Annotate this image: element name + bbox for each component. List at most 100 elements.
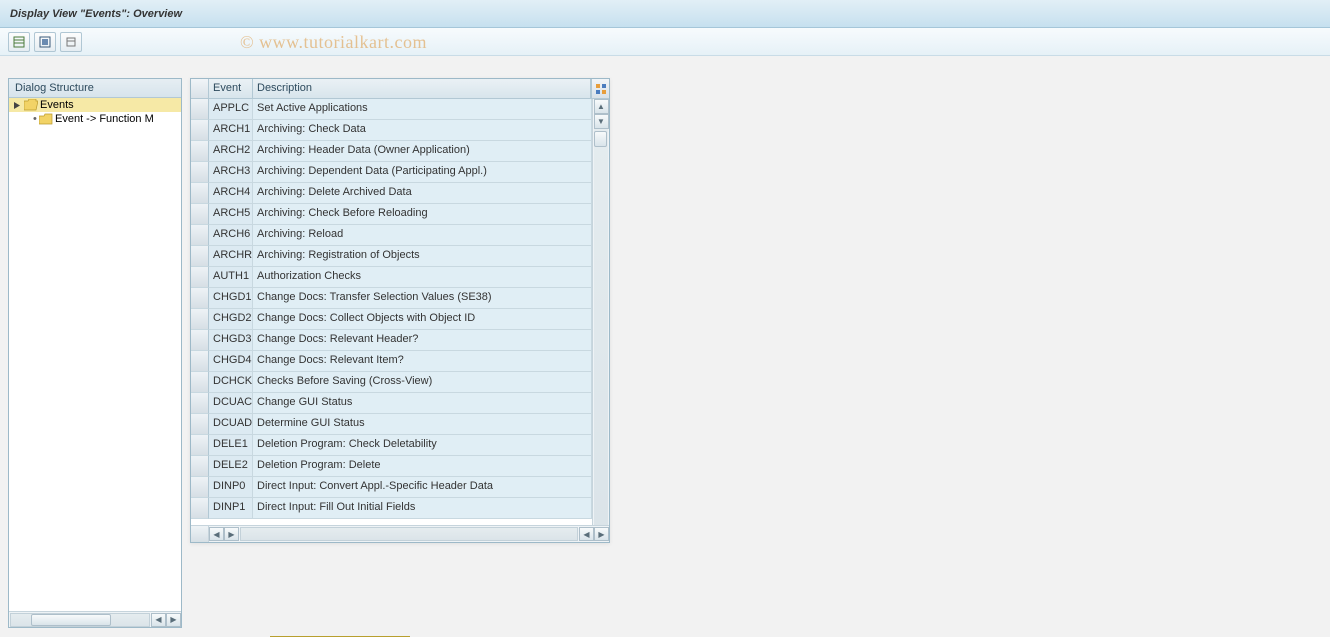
table-row[interactable]: ARCHRArchiving: Registration of Objects: [191, 246, 592, 267]
table-row[interactable]: CHGD4Change Docs: Relevant Item?: [191, 351, 592, 372]
events-table-panel: Event Description APPLCSet Active Applic…: [190, 78, 610, 543]
table-row[interactable]: CHGD2Change Docs: Collect Objects with O…: [191, 309, 592, 330]
table-row[interactable]: DINP0Direct Input: Convert Appl.-Specifi…: [191, 477, 592, 498]
col-header-description[interactable]: Description: [253, 79, 591, 98]
hscroll-track[interactable]: [10, 613, 150, 627]
cell-event: CHGD3: [209, 330, 253, 351]
select-all-handle[interactable]: [191, 79, 209, 98]
vscroll-thumb[interactable]: [594, 131, 607, 147]
tree-hscrollbar[interactable]: ◀ ▶: [9, 611, 181, 627]
tree-node-events[interactable]: Events: [9, 98, 181, 112]
tree-node-event-function[interactable]: • Event -> Function M: [9, 112, 181, 126]
scroll-up-button[interactable]: ▲: [594, 99, 609, 114]
cell-description: Archiving: Reload: [253, 225, 592, 246]
table-select-icon: [39, 36, 51, 48]
cell-description: Change Docs: Collect Objects with Object…: [253, 309, 592, 330]
table-config-button[interactable]: [591, 79, 609, 98]
cell-description: Determine GUI Status: [253, 414, 592, 435]
cell-description: Archiving: Registration of Objects: [253, 246, 592, 267]
row-selector[interactable]: [191, 393, 209, 414]
vscroll-track[interactable]: [594, 129, 608, 525]
row-selector[interactable]: [191, 309, 209, 330]
scroll-left-button[interactable]: ◀: [151, 613, 166, 627]
table-row[interactable]: ARCH4Archiving: Delete Archived Data: [191, 183, 592, 204]
table-row[interactable]: DELE1Deletion Program: Check Deletabilit…: [191, 435, 592, 456]
cell-event: DINP0: [209, 477, 253, 498]
table-row[interactable]: ARCH1Archiving: Check Data: [191, 120, 592, 141]
cell-event: DELE1: [209, 435, 253, 456]
app-window: Display View "Events": Overview © www.tu…: [0, 0, 1330, 637]
scroll-right-end-button[interactable]: ▶: [594, 527, 609, 541]
expand-toggle-icon[interactable]: [13, 101, 22, 110]
row-selector[interactable]: [191, 183, 209, 204]
cell-description: Archiving: Dependent Data (Participating…: [253, 162, 592, 183]
cell-event: CHGD2: [209, 309, 253, 330]
cell-event: CHGD1: [209, 288, 253, 309]
row-selector[interactable]: [191, 141, 209, 162]
scroll-right-button[interactable]: ▶: [166, 613, 181, 627]
row-selector[interactable]: [191, 120, 209, 141]
toolbar-btn-2[interactable]: [34, 32, 56, 52]
col-header-event[interactable]: Event: [209, 79, 253, 98]
cell-event: DELE2: [209, 456, 253, 477]
tree-node-label: Events: [40, 99, 74, 111]
watermark-text: © www.tutorialkart.com: [240, 32, 427, 53]
row-selector[interactable]: [191, 498, 209, 519]
toolbar-btn-3[interactable]: [60, 32, 82, 52]
scroll-down-button[interactable]: ▼: [594, 114, 609, 129]
scroll-left-end-button[interactable]: ◀: [579, 527, 594, 541]
table-row[interactable]: AUTH1Authorization Checks: [191, 267, 592, 288]
tree-header: Dialog Structure: [9, 79, 181, 98]
table-view-icon: [13, 36, 25, 48]
table-row[interactable]: ARCH6Archiving: Reload: [191, 225, 592, 246]
table-row[interactable]: DCHCKChecks Before Saving (Cross-View): [191, 372, 592, 393]
row-selector[interactable]: [191, 267, 209, 288]
table-vscrollbar[interactable]: ▲ ▼: [592, 99, 609, 525]
scroll-right-button[interactable]: ▶: [224, 527, 239, 541]
table-row[interactable]: APPLCSet Active Applications: [191, 99, 592, 120]
table-hscrollbar[interactable]: ◀ ▶ ◀ ▶: [191, 525, 609, 542]
toolbar-btn-1[interactable]: [8, 32, 30, 52]
row-selector[interactable]: [191, 162, 209, 183]
cell-event: ARCH3: [209, 162, 253, 183]
cell-description: Archiving: Delete Archived Data: [253, 183, 592, 204]
table-row[interactable]: DCUACChange GUI Status: [191, 393, 592, 414]
app-toolbar: © www.tutorialkart.com: [0, 28, 1330, 56]
hscroll-spacer: [191, 526, 209, 542]
cell-event: ARCH4: [209, 183, 253, 204]
table-row[interactable]: ARCH3Archiving: Dependent Data (Particip…: [191, 162, 592, 183]
main-content: Dialog Structure Events • Event: [0, 56, 1330, 637]
row-selector[interactable]: [191, 204, 209, 225]
row-selector[interactable]: [191, 351, 209, 372]
row-selector[interactable]: [191, 99, 209, 120]
table-row[interactable]: DINP1Direct Input: Fill Out Initial Fiel…: [191, 498, 592, 519]
table-print-icon: [65, 36, 77, 48]
table-row[interactable]: CHGD3Change Docs: Relevant Header?: [191, 330, 592, 351]
row-selector[interactable]: [191, 456, 209, 477]
scroll-left-button[interactable]: ◀: [209, 527, 224, 541]
cell-description: Archiving: Check Before Reloading: [253, 204, 592, 225]
table-row[interactable]: CHGD1Change Docs: Transfer Selection Val…: [191, 288, 592, 309]
table-row[interactable]: DELE2Deletion Program: Delete: [191, 456, 592, 477]
title-bar: Display View "Events": Overview: [0, 0, 1330, 28]
row-selector[interactable]: [191, 477, 209, 498]
cell-description: Set Active Applications: [253, 99, 592, 120]
table-row[interactable]: ARCH2Archiving: Header Data (Owner Appli…: [191, 141, 592, 162]
row-selector[interactable]: [191, 435, 209, 456]
row-selector[interactable]: [191, 414, 209, 435]
row-selector[interactable]: [191, 288, 209, 309]
row-selector[interactable]: [191, 225, 209, 246]
table-row[interactable]: ARCH5Archiving: Check Before Reloading: [191, 204, 592, 225]
cell-event: DCUAD: [209, 414, 253, 435]
row-selector[interactable]: [191, 372, 209, 393]
table-row[interactable]: DCUADDetermine GUI Status: [191, 414, 592, 435]
bullet-icon: •: [33, 113, 37, 125]
cell-description: Deletion Program: Check Deletability: [253, 435, 592, 456]
cell-description: Change Docs: Transfer Selection Values (…: [253, 288, 592, 309]
tree-body: Events • Event -> Function M: [9, 98, 181, 611]
hscroll-thumb[interactable]: [31, 614, 111, 626]
row-selector[interactable]: [191, 330, 209, 351]
hscroll-track[interactable]: [240, 527, 578, 541]
cell-description: Archiving: Check Data: [253, 120, 592, 141]
row-selector[interactable]: [191, 246, 209, 267]
